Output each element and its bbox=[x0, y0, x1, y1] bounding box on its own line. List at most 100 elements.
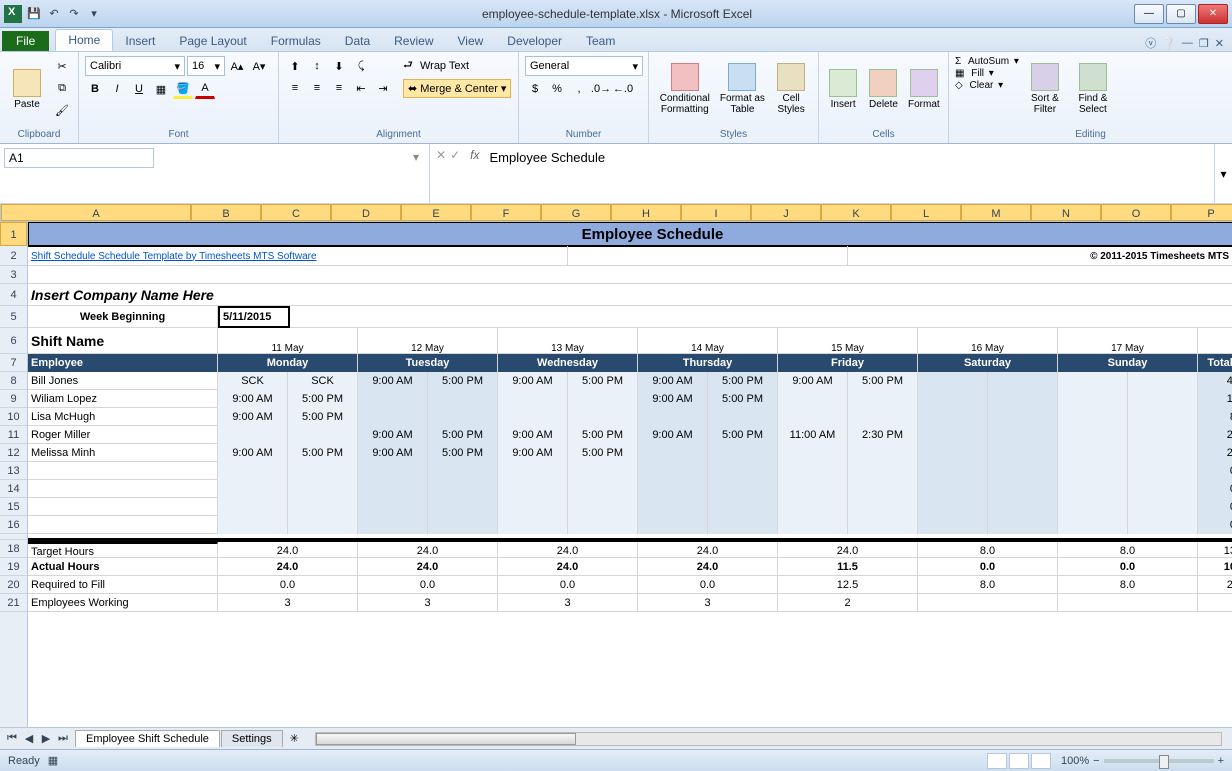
cell[interactable] bbox=[288, 480, 358, 498]
cell[interactable]: 5:00 PM bbox=[428, 372, 498, 390]
cell[interactable] bbox=[568, 246, 848, 266]
cell[interactable] bbox=[28, 534, 1232, 540]
cancel-formula-icon[interactable]: ✕ bbox=[436, 148, 446, 162]
col-header[interactable]: J bbox=[751, 204, 821, 221]
tab-page-layout[interactable]: Page Layout bbox=[167, 31, 258, 51]
tab-nav-next-icon[interactable]: ▶ bbox=[38, 732, 54, 745]
cell[interactable] bbox=[28, 480, 218, 498]
cell[interactable] bbox=[498, 498, 568, 516]
undo-icon[interactable]: ↶ bbox=[46, 6, 62, 22]
cell[interactable]: 40.0 bbox=[1198, 372, 1232, 390]
cell[interactable]: © 2011-2015 Timesheets MTS Software bbox=[848, 246, 1232, 266]
cell[interactable] bbox=[988, 408, 1058, 426]
cell[interactable] bbox=[218, 462, 288, 480]
cell[interactable]: 9:00 AM bbox=[218, 408, 288, 426]
cell[interactable] bbox=[638, 462, 708, 480]
cell[interactable]: 5:00 PM bbox=[288, 390, 358, 408]
cell[interactable]: 5:00 PM bbox=[568, 372, 638, 390]
cell[interactable] bbox=[708, 498, 778, 516]
cell[interactable]: 5:00 PM bbox=[708, 390, 778, 408]
cell-styles-button[interactable]: Cell Styles bbox=[770, 56, 812, 122]
row-header[interactable]: 1 bbox=[0, 222, 27, 246]
col-header[interactable]: H bbox=[611, 204, 681, 221]
cell[interactable]: Monday bbox=[218, 354, 358, 372]
cell[interactable]: 8.0 bbox=[1198, 408, 1232, 426]
number-format-combo[interactable]: General▾ bbox=[525, 56, 643, 76]
cell[interactable]: Tuesday bbox=[358, 354, 498, 372]
cell[interactable] bbox=[1058, 462, 1128, 480]
cell[interactable]: 27.5 bbox=[1198, 426, 1232, 444]
tab-nav-prev-icon[interactable]: ◀ bbox=[21, 732, 37, 745]
normal-view-button[interactable] bbox=[987, 753, 1007, 769]
cell[interactable] bbox=[568, 498, 638, 516]
cell[interactable]: Wiliam Lopez bbox=[28, 390, 218, 408]
cell[interactable]: 11 May bbox=[218, 328, 358, 354]
cell[interactable]: 9:00 AM bbox=[358, 372, 428, 390]
cell[interactable] bbox=[1058, 480, 1128, 498]
cell[interactable] bbox=[918, 516, 988, 534]
cell[interactable]: 0.0 bbox=[1198, 516, 1232, 534]
name-box[interactable] bbox=[4, 148, 154, 168]
cell[interactable]: 3 bbox=[218, 594, 358, 612]
mdi-minimize-icon[interactable]: — bbox=[1182, 37, 1193, 49]
cell[interactable]: 11:00 AM bbox=[778, 426, 848, 444]
tab-nav-last-icon[interactable]: ⏭ bbox=[55, 732, 71, 745]
cell[interactable] bbox=[848, 480, 918, 498]
cell[interactable]: Shift Name bbox=[28, 328, 218, 354]
col-header[interactable]: F bbox=[471, 204, 541, 221]
cell[interactable] bbox=[358, 462, 428, 480]
cell[interactable]: 0.0 bbox=[218, 576, 358, 594]
cell[interactable] bbox=[1128, 390, 1198, 408]
cell[interactable]: 14 May bbox=[638, 328, 778, 354]
cell[interactable]: Melissa Minh bbox=[28, 444, 218, 462]
underline-button[interactable]: U bbox=[129, 79, 149, 99]
cell[interactable]: 0.0 bbox=[498, 576, 638, 594]
cell[interactable] bbox=[988, 426, 1058, 444]
title-cell[interactable]: Employee Schedule bbox=[28, 222, 1232, 246]
cell[interactable] bbox=[848, 390, 918, 408]
horizontal-scrollbar[interactable] bbox=[315, 732, 1222, 746]
orientation-icon[interactable]: ⤹ bbox=[351, 56, 371, 76]
col-header[interactable]: K bbox=[821, 204, 891, 221]
cell[interactable]: Friday bbox=[778, 354, 918, 372]
cell[interactable]: Required to Fill bbox=[28, 576, 218, 594]
cell[interactable] bbox=[918, 462, 988, 480]
cell[interactable] bbox=[638, 480, 708, 498]
cell[interactable] bbox=[1058, 372, 1128, 390]
find-select-button[interactable]: Find & Select bbox=[1071, 56, 1115, 122]
cell[interactable] bbox=[1128, 516, 1198, 534]
tab-formulas[interactable]: Formulas bbox=[259, 31, 333, 51]
row-header[interactable]: 6 bbox=[0, 328, 27, 354]
cell[interactable]: Employees Working bbox=[28, 594, 218, 612]
font-size-combo[interactable]: 16▾ bbox=[187, 56, 225, 76]
enter-formula-icon[interactable]: ✓ bbox=[450, 148, 460, 162]
cell[interactable] bbox=[708, 408, 778, 426]
format-as-table-button[interactable]: Format as Table bbox=[719, 56, 767, 122]
cell[interactable]: 24.0 bbox=[498, 558, 638, 576]
grow-font-icon[interactable]: A▴ bbox=[227, 56, 247, 76]
cell[interactable] bbox=[28, 498, 218, 516]
cell[interactable] bbox=[988, 444, 1058, 462]
cell[interactable]: 17 May bbox=[1058, 328, 1198, 354]
cell[interactable] bbox=[988, 498, 1058, 516]
cell[interactable] bbox=[28, 462, 218, 480]
cell[interactable]: 28.5 bbox=[1198, 576, 1232, 594]
cell[interactable]: 16.0 bbox=[1198, 390, 1232, 408]
border-icon[interactable]: ▦ bbox=[151, 79, 171, 99]
cell[interactable] bbox=[568, 480, 638, 498]
col-header[interactable]: I bbox=[681, 204, 751, 221]
cell[interactable]: 24.0 bbox=[638, 558, 778, 576]
cell[interactable]: 9:00 AM bbox=[358, 426, 428, 444]
col-header[interactable]: L bbox=[891, 204, 961, 221]
cell[interactable]: 15 May bbox=[778, 328, 918, 354]
align-left-icon[interactable]: ≡ bbox=[285, 78, 305, 98]
row-header[interactable]: 16 bbox=[0, 516, 27, 534]
cell[interactable]: 5:00 PM bbox=[428, 444, 498, 462]
row-header[interactable]: 7 bbox=[0, 354, 27, 372]
format-painter-icon[interactable]: 🖌 bbox=[52, 100, 72, 120]
cell[interactable] bbox=[708, 516, 778, 534]
minimize-button[interactable]: — bbox=[1134, 4, 1164, 24]
cell[interactable]: 3 bbox=[498, 594, 638, 612]
fill-color-icon[interactable]: 🪣 bbox=[173, 79, 193, 99]
tab-team[interactable]: Team bbox=[574, 31, 627, 51]
